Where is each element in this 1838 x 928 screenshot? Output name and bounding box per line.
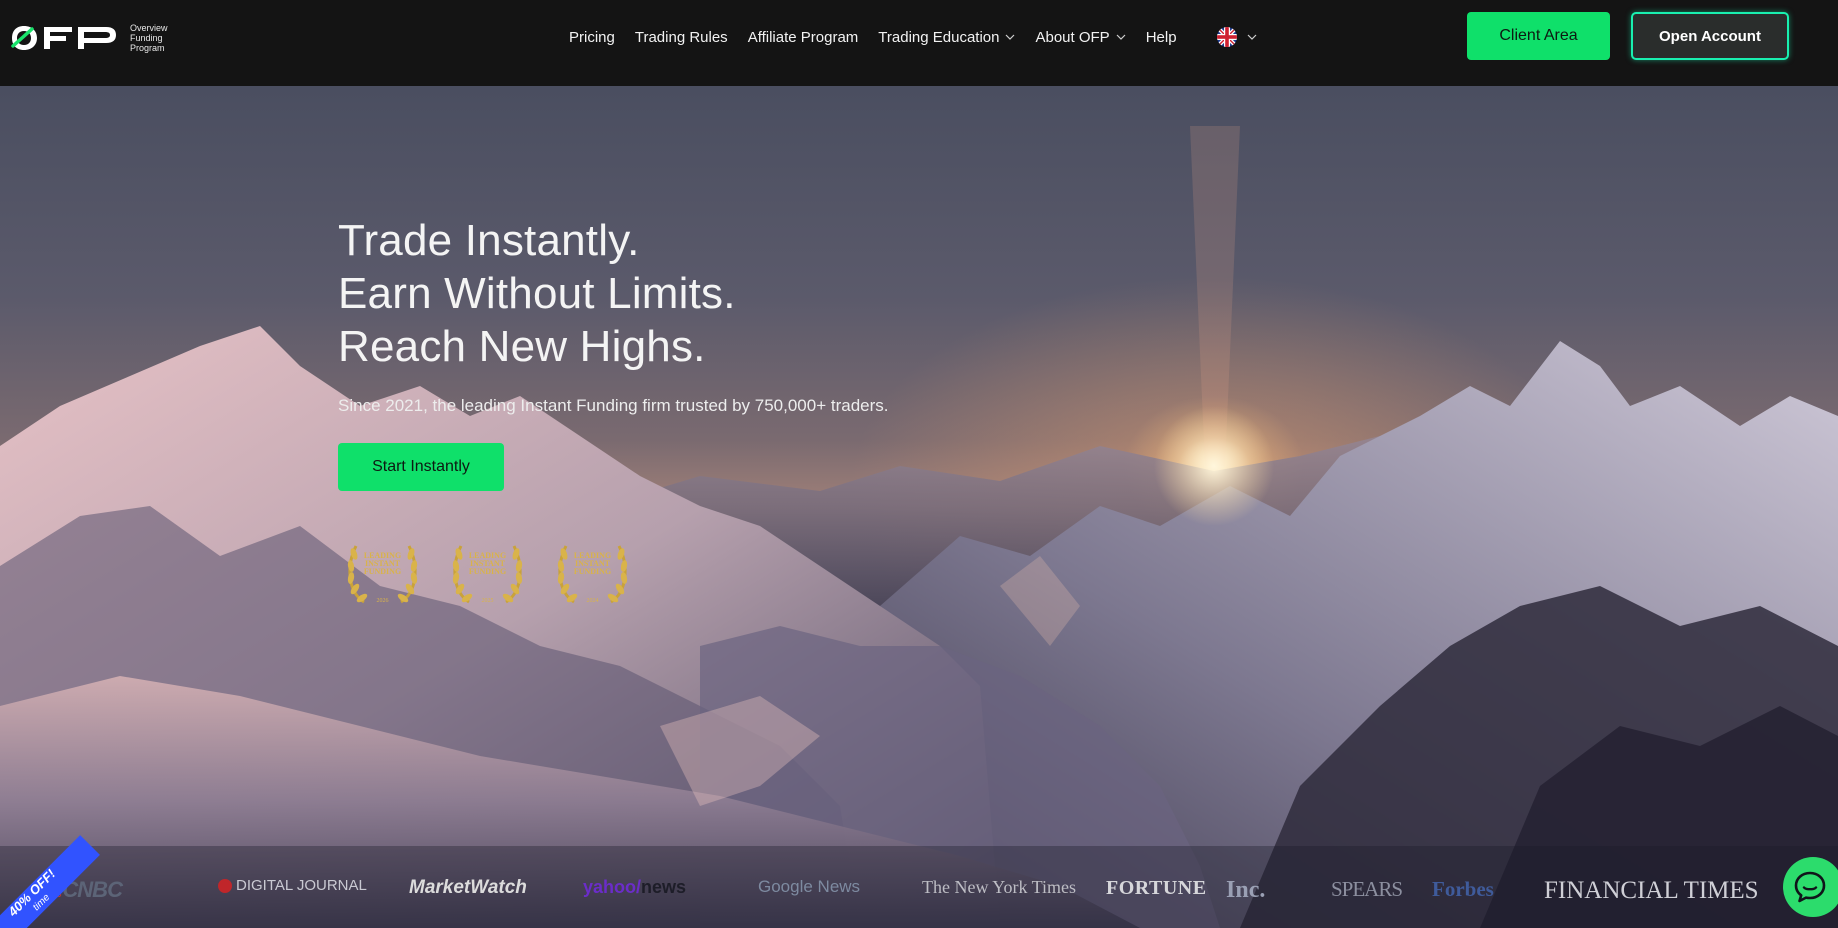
award-line: FUNDING [573, 567, 612, 576]
nav-item-pricing[interactable]: Pricing [569, 29, 625, 46]
logo-subtitle: Overview Funding Program [130, 23, 168, 53]
start-instantly-button[interactable]: Start Instantly [338, 443, 504, 491]
nav-item-affiliate-program[interactable]: Affiliate Program [738, 29, 869, 46]
hero-title-line: Trade Instantly. [338, 216, 640, 265]
logo-sub-line: Overview [130, 23, 168, 33]
award-badge-2025: LEADING INSTANT FUNDING 2025 [449, 532, 526, 612]
nav-label: Trading Rules [634, 28, 728, 46]
award-line: FUNDING [468, 567, 507, 576]
award-badge-2026: LEADING INSTANT FUNDING 2026 [344, 532, 421, 612]
nav-label: Help [1145, 28, 1177, 46]
press-logo-text: news [641, 877, 687, 897]
google-news-logo: Google News [758, 877, 861, 896]
logo-sub-line: Program [130, 43, 165, 53]
fortune-logo: FORTUNE [1106, 877, 1207, 899]
hero-section: Trade Instantly. Earn Without Limits. Re… [0, 86, 1838, 928]
marketwatch-logo: MarketWatch [409, 877, 527, 898]
nav-label: Affiliate Program [747, 28, 859, 46]
hero-title: Trade Instantly. Earn Without Limits. Re… [338, 214, 736, 373]
digital-journal-logo: DIGITAL JOURNAL [218, 877, 367, 894]
forbes-logo: Forbes [1432, 877, 1494, 901]
uk-flag-icon [1216, 27, 1237, 47]
client-area-button[interactable]: Client Area [1467, 12, 1610, 60]
nav-item-help[interactable]: Help [1136, 29, 1187, 46]
digital-journal-icon [218, 878, 232, 893]
nav-label: About OFP [1035, 28, 1110, 46]
logo-sub-line: Funding [130, 33, 163, 43]
award-badge-2024: LEADING INSTANT FUNDING 2024 [554, 532, 631, 612]
awards-row: LEADING INSTANT FUNDING 2026 LEADING INS… [344, 532, 631, 612]
open-account-button[interactable]: Open Account [1631, 12, 1789, 60]
nav-label: Pricing [569, 28, 615, 46]
language-selector[interactable] [1216, 27, 1257, 47]
ofp-logo-mark [11, 26, 116, 50]
nav-item-about-ofp[interactable]: About OFP [1025, 29, 1135, 46]
chat-bubble-icon [1794, 871, 1826, 903]
chevron-down-icon [1116, 34, 1126, 40]
yahoo-news-logo: yahoo/news [583, 877, 686, 898]
top-navbar: Overview Funding Program Pricing Trading… [0, 0, 1838, 86]
award-text: LEADING INSTANT FUNDING [344, 552, 421, 576]
press-logo-text: yahoo/ [583, 877, 642, 897]
hero-title-line: Earn Without Limits. [338, 269, 736, 318]
hero-subtitle: Since 2021, the leading Instant Funding … [338, 396, 889, 415]
nav-item-trading-education[interactable]: Trading Education [868, 29, 1025, 46]
spears-logo: SPEARS [1331, 877, 1403, 901]
main-nav: Pricing Trading Rules Affiliate Program … [569, 0, 1257, 74]
hero-title-line: Reach New Highs. [338, 322, 706, 371]
financial-times-logo: FINANCIAL TIMES [1544, 877, 1759, 904]
chevron-down-icon [1006, 34, 1015, 40]
award-year: 2026 [376, 598, 389, 604]
award-line: FUNDING [363, 567, 402, 576]
chat-widget-button[interactable] [1783, 857, 1838, 917]
nyt-logo: The New York Times [922, 877, 1077, 897]
nav-label: Trading Education [878, 28, 1000, 46]
ofp-logo[interactable]: Overview Funding Program [10, 20, 175, 56]
press-logo-text: DIGITAL JOURNAL [236, 877, 367, 894]
press-logos-bar: ❀CNBC DIGITAL JOURNAL MarketWatch yahoo/… [0, 860, 1838, 916]
award-year: 2024 [586, 598, 599, 604]
nav-item-trading-rules[interactable]: Trading Rules [625, 29, 738, 46]
award-text: LEADING INSTANT FUNDING [554, 552, 631, 576]
award-text: LEADING INSTANT FUNDING [449, 552, 526, 576]
award-year: 2025 [481, 598, 494, 604]
inc-logo: Inc. [1226, 877, 1266, 903]
chevron-down-icon [1247, 34, 1256, 40]
mountain-landscape-image [0, 126, 1838, 928]
